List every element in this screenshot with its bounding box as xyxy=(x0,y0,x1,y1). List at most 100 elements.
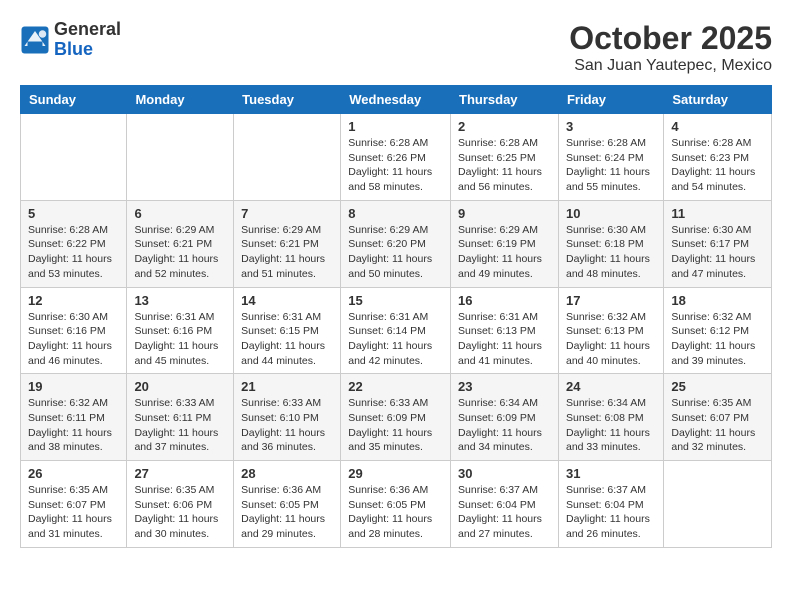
calendar-cell xyxy=(127,114,234,201)
title-block: October 2025 San Juan Yautepec, Mexico xyxy=(569,20,772,75)
calendar-cell: 20 Sunrise: 6:33 AM Sunset: 6:11 PM Dayli… xyxy=(127,374,234,461)
weekday-header: Saturday xyxy=(664,86,772,114)
location-title: San Juan Yautepec, Mexico xyxy=(569,57,772,75)
day-number: 6 xyxy=(134,206,226,221)
day-number: 19 xyxy=(28,379,119,394)
weekday-header: Friday xyxy=(558,86,663,114)
day-number: 1 xyxy=(348,119,443,134)
weekday-header: Tuesday xyxy=(234,86,341,114)
weekday-header: Wednesday xyxy=(341,86,451,114)
logo-general-text: General xyxy=(54,20,121,40)
day-info: Sunrise: 6:34 AM Sunset: 6:08 PM Dayligh… xyxy=(566,396,656,455)
calendar-cell: 26 Sunrise: 6:35 AM Sunset: 6:07 PM Dayli… xyxy=(21,461,127,548)
calendar-header-row: SundayMondayTuesdayWednesdayThursdayFrid… xyxy=(21,86,772,114)
day-number: 26 xyxy=(28,466,119,481)
day-number: 30 xyxy=(458,466,551,481)
calendar-cell xyxy=(664,461,772,548)
calendar-cell: 3Sunrise: 6:28 AM Sunset: 6:24 PM Daylig… xyxy=(558,114,663,201)
day-number: 8 xyxy=(348,206,443,221)
logo-blue-text: Blue xyxy=(54,40,121,60)
calendar-cell: 6 Sunrise: 6:29 AM Sunset: 6:21 PM Daylig… xyxy=(127,200,234,287)
day-info: Sunrise: 6:29 AM Sunset: 6:20 PM Dayligh… xyxy=(348,223,443,282)
calendar-cell: 23 Sunrise: 6:34 AM Sunset: 6:09 PM Dayli… xyxy=(451,374,559,461)
day-info: Sunrise: 6:36 AM Sunset: 6:05 PM Dayligh… xyxy=(348,483,443,542)
day-info: Sunrise: 6:32 AM Sunset: 6:13 PM Dayligh… xyxy=(566,310,656,369)
day-number: 22 xyxy=(348,379,443,394)
day-info: Sunrise: 6:35 AM Sunset: 6:07 PM Dayligh… xyxy=(671,396,764,455)
day-info: Sunrise: 6:33 AM Sunset: 6:09 PM Dayligh… xyxy=(348,396,443,455)
weekday-header: Thursday xyxy=(451,86,559,114)
day-info: Sunrise: 6:35 AM Sunset: 6:07 PM Dayligh… xyxy=(28,483,119,542)
day-info: Sunrise: 6:37 AM Sunset: 6:04 PM Dayligh… xyxy=(458,483,551,542)
weekday-header: Sunday xyxy=(21,86,127,114)
calendar-cell: 24 Sunrise: 6:34 AM Sunset: 6:08 PM Dayli… xyxy=(558,374,663,461)
calendar-cell: 11Sunrise: 6:30 AM Sunset: 6:17 PM Dayli… xyxy=(664,200,772,287)
day-number: 27 xyxy=(134,466,226,481)
calendar-week-row: 1 Sunrise: 6:28 AM Sunset: 6:26 PM Daylig… xyxy=(21,114,772,201)
day-number: 23 xyxy=(458,379,551,394)
calendar-cell: 17 Sunrise: 6:32 AM Sunset: 6:13 PM Dayli… xyxy=(558,287,663,374)
day-number: 31 xyxy=(566,466,656,481)
day-info: Sunrise: 6:34 AM Sunset: 6:09 PM Dayligh… xyxy=(458,396,551,455)
calendar-week-row: 5Sunrise: 6:28 AM Sunset: 6:22 PM Daylig… xyxy=(21,200,772,287)
calendar-cell: 8 Sunrise: 6:29 AM Sunset: 6:20 PM Daylig… xyxy=(341,200,451,287)
calendar-cell: 15 Sunrise: 6:31 AM Sunset: 6:14 PM Dayli… xyxy=(341,287,451,374)
day-info: Sunrise: 6:31 AM Sunset: 6:13 PM Dayligh… xyxy=(458,310,551,369)
day-number: 11 xyxy=(671,206,764,221)
calendar-cell: 29 Sunrise: 6:36 AM Sunset: 6:05 PM Dayli… xyxy=(341,461,451,548)
calendar-cell: 10 Sunrise: 6:30 AM Sunset: 6:18 PM Dayli… xyxy=(558,200,663,287)
weekday-header: Monday xyxy=(127,86,234,114)
calendar-cell: 13 Sunrise: 6:31 AM Sunset: 6:16 PM Dayli… xyxy=(127,287,234,374)
day-number: 28 xyxy=(241,466,333,481)
day-info: Sunrise: 6:36 AM Sunset: 6:05 PM Dayligh… xyxy=(241,483,333,542)
calendar-cell: 7Sunrise: 6:29 AM Sunset: 6:21 PM Daylig… xyxy=(234,200,341,287)
calendar-week-row: 26 Sunrise: 6:35 AM Sunset: 6:07 PM Dayli… xyxy=(21,461,772,548)
day-number: 16 xyxy=(458,293,551,308)
day-info: Sunrise: 6:33 AM Sunset: 6:11 PM Dayligh… xyxy=(134,396,226,455)
day-info: Sunrise: 6:29 AM Sunset: 6:19 PM Dayligh… xyxy=(458,223,551,282)
day-number: 13 xyxy=(134,293,226,308)
calendar-cell: 27 Sunrise: 6:35 AM Sunset: 6:06 PM Dayli… xyxy=(127,461,234,548)
day-info: Sunrise: 6:35 AM Sunset: 6:06 PM Dayligh… xyxy=(134,483,226,542)
calendar-cell: 21Sunrise: 6:33 AM Sunset: 6:10 PM Dayli… xyxy=(234,374,341,461)
calendar-cell: 9 Sunrise: 6:29 AM Sunset: 6:19 PM Daylig… xyxy=(451,200,559,287)
day-number: 24 xyxy=(566,379,656,394)
day-info: Sunrise: 6:30 AM Sunset: 6:18 PM Dayligh… xyxy=(566,223,656,282)
month-title: October 2025 xyxy=(569,20,772,57)
calendar-week-row: 12Sunrise: 6:30 AM Sunset: 6:16 PM Dayli… xyxy=(21,287,772,374)
calendar-cell: 22 Sunrise: 6:33 AM Sunset: 6:09 PM Dayli… xyxy=(341,374,451,461)
day-info: Sunrise: 6:31 AM Sunset: 6:14 PM Dayligh… xyxy=(348,310,443,369)
day-info: Sunrise: 6:29 AM Sunset: 6:21 PM Dayligh… xyxy=(134,223,226,282)
calendar-cell: 12Sunrise: 6:30 AM Sunset: 6:16 PM Dayli… xyxy=(21,287,127,374)
calendar-cell: 30 Sunrise: 6:37 AM Sunset: 6:04 PM Dayli… xyxy=(451,461,559,548)
day-number: 9 xyxy=(458,206,551,221)
calendar-cell: 19 Sunrise: 6:32 AM Sunset: 6:11 PM Dayli… xyxy=(21,374,127,461)
calendar-cell: 1 Sunrise: 6:28 AM Sunset: 6:26 PM Daylig… xyxy=(341,114,451,201)
calendar-cell: 31Sunrise: 6:37 AM Sunset: 6:04 PM Dayli… xyxy=(558,461,663,548)
day-number: 17 xyxy=(566,293,656,308)
day-number: 18 xyxy=(671,293,764,308)
day-number: 4 xyxy=(671,119,764,134)
day-number: 10 xyxy=(566,206,656,221)
day-info: Sunrise: 6:28 AM Sunset: 6:25 PM Dayligh… xyxy=(458,136,551,195)
day-info: Sunrise: 6:32 AM Sunset: 6:11 PM Dayligh… xyxy=(28,396,119,455)
calendar-cell xyxy=(21,114,127,201)
calendar-cell: 2Sunrise: 6:28 AM Sunset: 6:25 PM Daylig… xyxy=(451,114,559,201)
day-number: 29 xyxy=(348,466,443,481)
day-info: Sunrise: 6:33 AM Sunset: 6:10 PM Dayligh… xyxy=(241,396,333,455)
calendar-cell xyxy=(234,114,341,201)
day-number: 25 xyxy=(671,379,764,394)
day-info: Sunrise: 6:31 AM Sunset: 6:15 PM Dayligh… xyxy=(241,310,333,369)
day-number: 20 xyxy=(134,379,226,394)
calendar-cell: 5Sunrise: 6:28 AM Sunset: 6:22 PM Daylig… xyxy=(21,200,127,287)
day-info: Sunrise: 6:31 AM Sunset: 6:16 PM Dayligh… xyxy=(134,310,226,369)
calendar-cell: 28 Sunrise: 6:36 AM Sunset: 6:05 PM Dayli… xyxy=(234,461,341,548)
day-info: Sunrise: 6:29 AM Sunset: 6:21 PM Dayligh… xyxy=(241,223,333,282)
calendar-cell: 25 Sunrise: 6:35 AM Sunset: 6:07 PM Dayli… xyxy=(664,374,772,461)
day-number: 15 xyxy=(348,293,443,308)
day-info: Sunrise: 6:32 AM Sunset: 6:12 PM Dayligh… xyxy=(671,310,764,369)
day-number: 5 xyxy=(28,206,119,221)
calendar-cell: 14Sunrise: 6:31 AM Sunset: 6:15 PM Dayli… xyxy=(234,287,341,374)
calendar-week-row: 19 Sunrise: 6:32 AM Sunset: 6:11 PM Dayli… xyxy=(21,374,772,461)
day-info: Sunrise: 6:28 AM Sunset: 6:26 PM Dayligh… xyxy=(348,136,443,195)
